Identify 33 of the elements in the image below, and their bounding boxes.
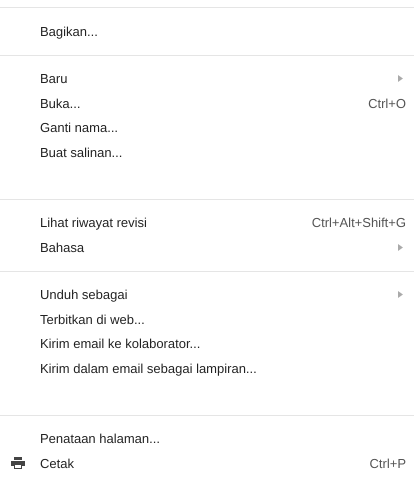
menu-item-label: Kirim dalam email sebagai lampiran... [40, 360, 258, 376]
submenu-arrow-icon [398, 291, 403, 298]
menu-item-label: Cetak [40, 456, 75, 471]
menu-item-label: Buat salinan... [40, 144, 124, 160]
menu-item-label: Bahasa [40, 240, 86, 255]
menu-item[interactable]: Kirim dalam email sebagai lampiran... [0, 356, 414, 380]
menu-item[interactable]: Unduh sebagai [0, 282, 414, 307]
menu-item[interactable]: Cetak Ctrl+P [0, 451, 414, 476]
menu-item-label: Unduh sebagai [40, 287, 128, 302]
menu-item[interactable]: Lihat riwayat revisi Ctrl+Alt+Shift+G [0, 210, 414, 235]
submenu-arrow-icon [398, 75, 403, 82]
menu-item-label: Penataan halaman... [40, 431, 161, 446]
menu-item[interactable]: Buka... Ctrl+O [0, 91, 414, 116]
menu-item[interactable]: Buat salinan... [0, 140, 414, 164]
menu-item-label: Kirim email ke kolaborator... [40, 336, 202, 352]
printer-icon [11, 457, 25, 470]
menu-item-label: Baru [40, 71, 68, 86]
menu-item[interactable]: Ganti nama... [0, 116, 414, 140]
menu-item-label: Buka... [40, 96, 82, 111]
menu-item-label: Terbitkan di web... [40, 312, 146, 327]
shortcut-text: Ctrl+O [368, 96, 406, 111]
shortcut-text: Ctrl+Alt+Shift+G [312, 215, 406, 230]
submenu-arrow-icon [398, 244, 403, 251]
menu-item[interactable]: Kirim email ke kolaborator... [0, 332, 414, 356]
menu-item-label: Ganti nama... [40, 120, 120, 136]
menu-item[interactable]: Terbitkan di web... [0, 307, 414, 332]
menu-item[interactable]: Baru [0, 66, 414, 91]
menu-item[interactable]: Penataan halaman... [0, 426, 414, 451]
menu-item[interactable]: Bahasa [0, 235, 414, 260]
menu-item-label: Bagikan... [40, 24, 99, 39]
menu-item[interactable]: Bagikan... [0, 19, 414, 44]
shortcut-text: Ctrl+P [370, 456, 406, 471]
menu-item-label: Lihat riwayat revisi [40, 215, 148, 230]
